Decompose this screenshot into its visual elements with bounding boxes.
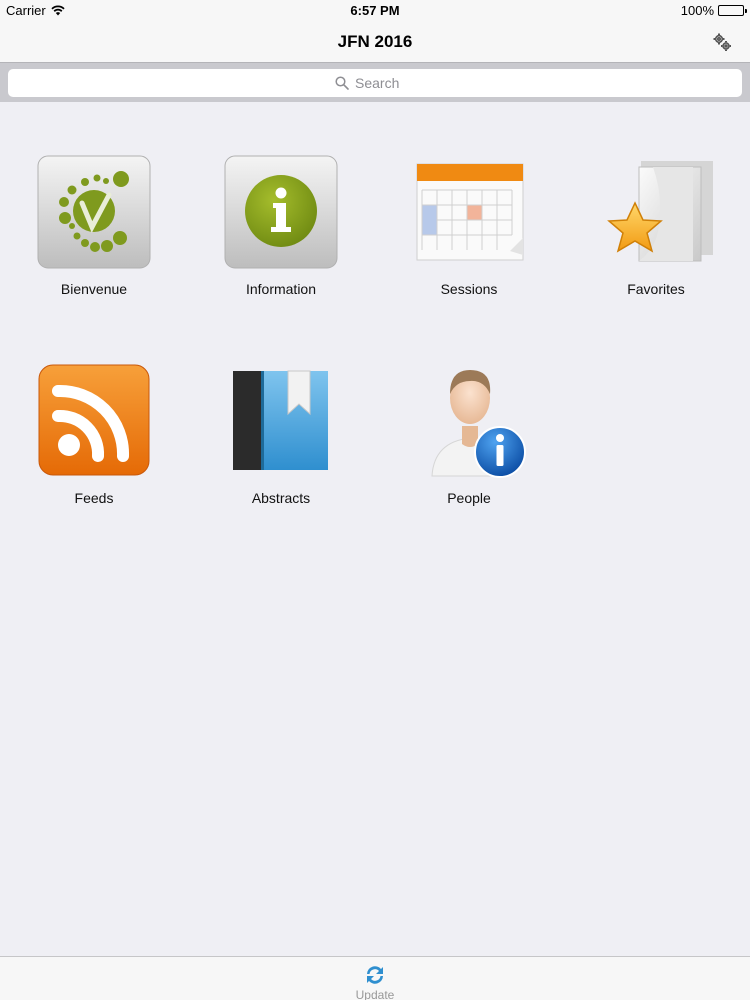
gears-icon[interactable] bbox=[712, 32, 732, 52]
rss-icon bbox=[38, 364, 150, 476]
calendar-icon bbox=[416, 163, 524, 261]
search-bar bbox=[0, 62, 750, 102]
tile-bienvenue[interactable]: Bienvenue bbox=[19, 155, 169, 325]
tile-abstracts[interactable]: Abstracts bbox=[206, 364, 356, 534]
tile-sessions[interactable]: Sessions bbox=[394, 155, 544, 325]
tile-label: Information bbox=[245, 281, 317, 297]
search-field[interactable] bbox=[8, 69, 742, 97]
tile-people[interactable]: People bbox=[394, 364, 544, 534]
tile-information[interactable]: Information bbox=[206, 155, 356, 325]
favorites-folder-icon bbox=[607, 161, 713, 262]
update-button[interactable]: Update bbox=[335, 961, 415, 1000]
tile-label: People bbox=[447, 490, 491, 506]
refresh-icon bbox=[367, 966, 383, 984]
battery-percent: 100% bbox=[680, 3, 714, 18]
tile-label: Sessions bbox=[440, 281, 498, 297]
tile-label: Abstracts bbox=[251, 490, 311, 506]
tab-bar: Update bbox=[0, 956, 750, 1000]
jfn-logo-icon bbox=[37, 155, 151, 269]
person-info-icon bbox=[431, 370, 526, 478]
battery-icon bbox=[718, 5, 747, 16]
search-input[interactable] bbox=[355, 75, 415, 91]
update-label: Update bbox=[355, 988, 395, 1000]
search-icon bbox=[335, 76, 349, 90]
navigation-bar: JFN 2016 bbox=[0, 22, 750, 62]
status-time: 6:57 PM bbox=[350, 3, 400, 18]
page-title: JFN 2016 bbox=[337, 32, 413, 51]
tile-label: Bienvenue bbox=[60, 281, 128, 297]
book-icon bbox=[233, 370, 328, 470]
status-bar: Carrier 6:57 PM 100% bbox=[0, 0, 750, 22]
tile-favorites[interactable]: Favorites bbox=[581, 155, 731, 325]
info-icon bbox=[224, 155, 338, 269]
tile-feeds[interactable]: Feeds bbox=[19, 364, 169, 534]
battery-indicator: 100% bbox=[680, 3, 747, 18]
tile-label: Favorites bbox=[627, 281, 685, 297]
tile-label: Feeds bbox=[74, 490, 114, 506]
